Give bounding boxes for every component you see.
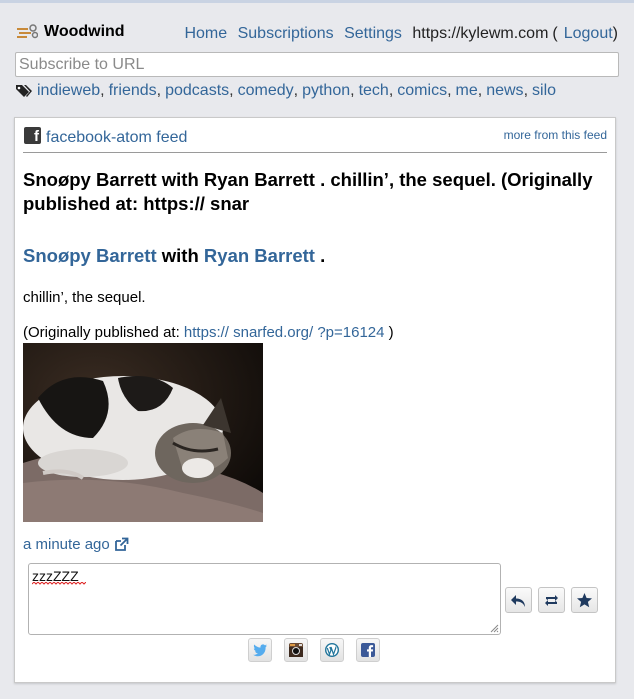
nav-settings[interactable]: Settings bbox=[344, 25, 402, 42]
entry-title: Snoøpy Barrett with Ryan Barrett . chill… bbox=[23, 169, 593, 214]
star-icon bbox=[577, 592, 592, 607]
user-url: https://kylewm.com bbox=[412, 25, 549, 42]
resize-grip-icon[interactable] bbox=[489, 623, 499, 633]
feed-name-link[interactable]: facebook-atom feed bbox=[46, 129, 187, 147]
twitter-icon bbox=[253, 644, 267, 657]
favorite-button[interactable] bbox=[571, 587, 598, 613]
nav-home[interactable]: Home bbox=[184, 25, 227, 42]
top-header: Woodwind Home Subscriptions Settings htt… bbox=[16, 21, 618, 47]
logout-open-paren: ( bbox=[552, 25, 558, 42]
reply-button[interactable] bbox=[505, 587, 532, 613]
reply-textarea[interactable] bbox=[28, 563, 501, 635]
silo-facebook-button[interactable] bbox=[356, 638, 380, 662]
external-link-icon bbox=[114, 537, 129, 551]
nav-subscriptions[interactable]: Subscriptions bbox=[238, 25, 334, 42]
silo-instagram-button[interactable] bbox=[284, 638, 308, 662]
heading-end: . bbox=[314, 245, 326, 266]
tag-link[interactable]: tech bbox=[359, 82, 389, 100]
cat-photo[interactable] bbox=[23, 343, 263, 522]
main-nav: Home Subscriptions Settings https://kyle… bbox=[178, 25, 618, 43]
repost-button[interactable] bbox=[538, 587, 565, 613]
tag-link[interactable]: friends bbox=[109, 82, 157, 100]
tag-link[interactable]: me bbox=[456, 82, 478, 100]
heading-with: with bbox=[156, 245, 204, 266]
tag-link[interactable]: python bbox=[302, 82, 350, 100]
feed-header: f facebook-atom feed more from this feed bbox=[23, 126, 607, 153]
more-from-feed-link[interactable]: more from this feed bbox=[504, 128, 607, 142]
brand[interactable]: Woodwind bbox=[16, 23, 125, 41]
tag-link[interactable]: silo bbox=[532, 82, 556, 100]
woodwind-logo-icon bbox=[17, 24, 38, 39]
time-text: a minute ago bbox=[23, 536, 110, 553]
silo-wordpress-button[interactable] bbox=[320, 638, 344, 662]
tag-link[interactable]: indieweb bbox=[37, 82, 100, 100]
facebook-icon: f bbox=[24, 127, 41, 144]
permalink-time[interactable]: a minute ago bbox=[23, 536, 129, 553]
subscribe-input[interactable] bbox=[15, 52, 619, 77]
entry-card: f facebook-atom feed more from this feed… bbox=[14, 117, 616, 683]
silo-twitter-button[interactable] bbox=[248, 638, 272, 662]
tagged-person-link[interactable]: Ryan Barrett bbox=[204, 245, 315, 266]
spellcheck-underline bbox=[32, 582, 86, 585]
tag-link[interactable]: comedy bbox=[238, 82, 294, 100]
original-post-link[interactable]: https:// snarfed.org/ ?p=16124 bbox=[184, 324, 385, 341]
tag-link[interactable]: podcasts bbox=[165, 82, 229, 100]
retweet-icon bbox=[545, 594, 558, 606]
instagram-icon bbox=[289, 643, 303, 657]
originally-published: (Originally published at: https:// snarf… bbox=[23, 324, 394, 341]
tag-link[interactable]: news bbox=[486, 82, 523, 100]
tag-link[interactable]: comics bbox=[397, 82, 447, 100]
facebook-icon bbox=[361, 643, 375, 657]
author-link[interactable]: Snoøpy Barrett bbox=[23, 245, 157, 266]
brand-name: Woodwind bbox=[44, 23, 125, 40]
logout-close-paren: ) bbox=[612, 25, 618, 42]
pub-prefix: (Originally published at: bbox=[23, 324, 184, 341]
tag-list: indieweb, friends, podcasts, comedy, pyt… bbox=[16, 82, 556, 100]
wordpress-icon bbox=[325, 643, 339, 657]
pub-suffix: ) bbox=[384, 324, 394, 341]
reply-icon bbox=[511, 594, 525, 607]
entry-heading: Snoøpy Barrett with Ryan Barrett . bbox=[23, 245, 325, 267]
tags-icon bbox=[16, 84, 32, 97]
logout-link[interactable]: Logout bbox=[564, 25, 613, 42]
entry-paragraph: chillin’, the sequel. bbox=[23, 289, 146, 306]
